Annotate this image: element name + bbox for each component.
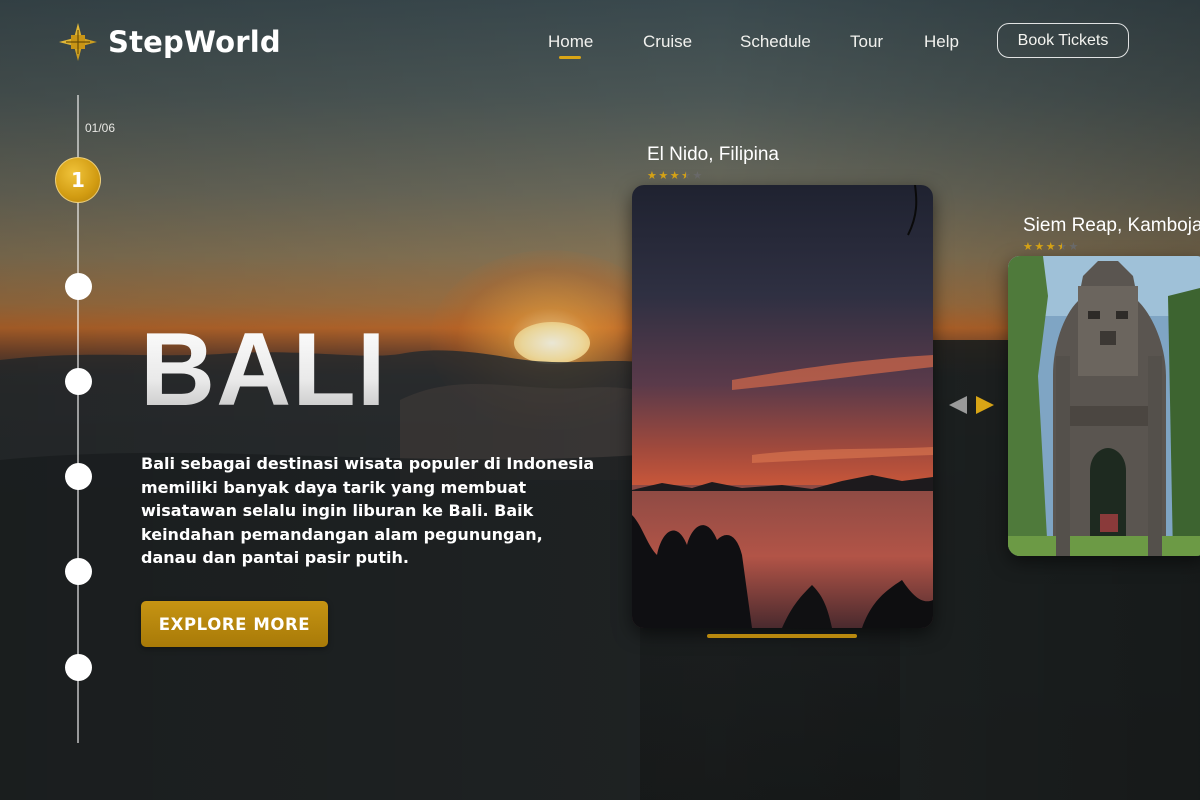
- star-icon: ★: [1068, 240, 1079, 253]
- timeline-step-5[interactable]: [65, 558, 92, 585]
- star-icon: ★: [1023, 240, 1033, 253]
- nav-help[interactable]: Help: [924, 32, 959, 52]
- rating-stars-2: ★ ★ ★ ★ ★: [1023, 241, 1080, 252]
- hero-description: Bali sebagai destinasi wisata populer di…: [141, 454, 595, 567]
- hero-title: BALI: [140, 312, 387, 428]
- destination-title-1: El Nido, Filipina: [647, 144, 779, 165]
- timeline-step-1-label: 1: [71, 168, 85, 192]
- book-tickets-button[interactable]: Book Tickets: [997, 23, 1129, 58]
- nav-tour[interactable]: Tour: [850, 32, 883, 52]
- page: StepWorld Home Cruise Schedule Tour Help…: [0, 0, 1200, 800]
- explore-more-button[interactable]: EXPLORE MORE: [141, 601, 328, 647]
- nav-schedule[interactable]: Schedule: [740, 32, 811, 52]
- timeline-step-1[interactable]: 1: [55, 157, 101, 203]
- carousel-progress-bar: [707, 634, 857, 638]
- slide-counter: 01/06: [85, 121, 116, 135]
- destination-card-2[interactable]: [1008, 256, 1200, 556]
- nav-cruise[interactable]: Cruise: [643, 32, 692, 52]
- star-icon: ★: [647, 169, 657, 182]
- nav-home[interactable]: Home: [548, 32, 594, 59]
- triangle-right-icon[interactable]: [975, 395, 995, 415]
- nav-tour-label: Tour: [850, 32, 884, 51]
- nav-schedule-label: Schedule: [740, 32, 811, 51]
- brand-logo[interactable]: StepWorld: [58, 22, 281, 62]
- star-icon: ★: [1045, 240, 1056, 253]
- timeline-step-2[interactable]: [65, 273, 92, 300]
- siem-reap-temple-image: [1008, 256, 1200, 556]
- star-icon: ★: [1057, 240, 1067, 253]
- star-icon: ★: [681, 169, 691, 182]
- star-icon: ★: [692, 169, 703, 182]
- triangle-left-icon[interactable]: [948, 395, 968, 415]
- star-icon: ★: [658, 169, 669, 182]
- el-nido-sunset-image: [632, 185, 933, 628]
- timeline-step-4[interactable]: [65, 463, 92, 490]
- destination-card-1[interactable]: [632, 185, 933, 628]
- nav-active-indicator: [559, 56, 581, 59]
- compass-star-icon: [59, 23, 97, 61]
- timeline-step-6[interactable]: [65, 654, 92, 681]
- brand-name: StepWorld: [108, 25, 281, 59]
- nav-home-label: Home: [548, 32, 594, 51]
- star-icon: ★: [1034, 240, 1045, 253]
- nav-cruise-label: Cruise: [643, 32, 693, 51]
- nav-help-label: Help: [924, 32, 959, 51]
- rating-stars-1: ★ ★ ★ ★ ★: [647, 170, 704, 181]
- star-icon: ★: [669, 169, 680, 182]
- timeline-step-3[interactable]: [65, 368, 92, 395]
- destination-title-2: Siem Reap, Kamboja: [1023, 215, 1200, 236]
